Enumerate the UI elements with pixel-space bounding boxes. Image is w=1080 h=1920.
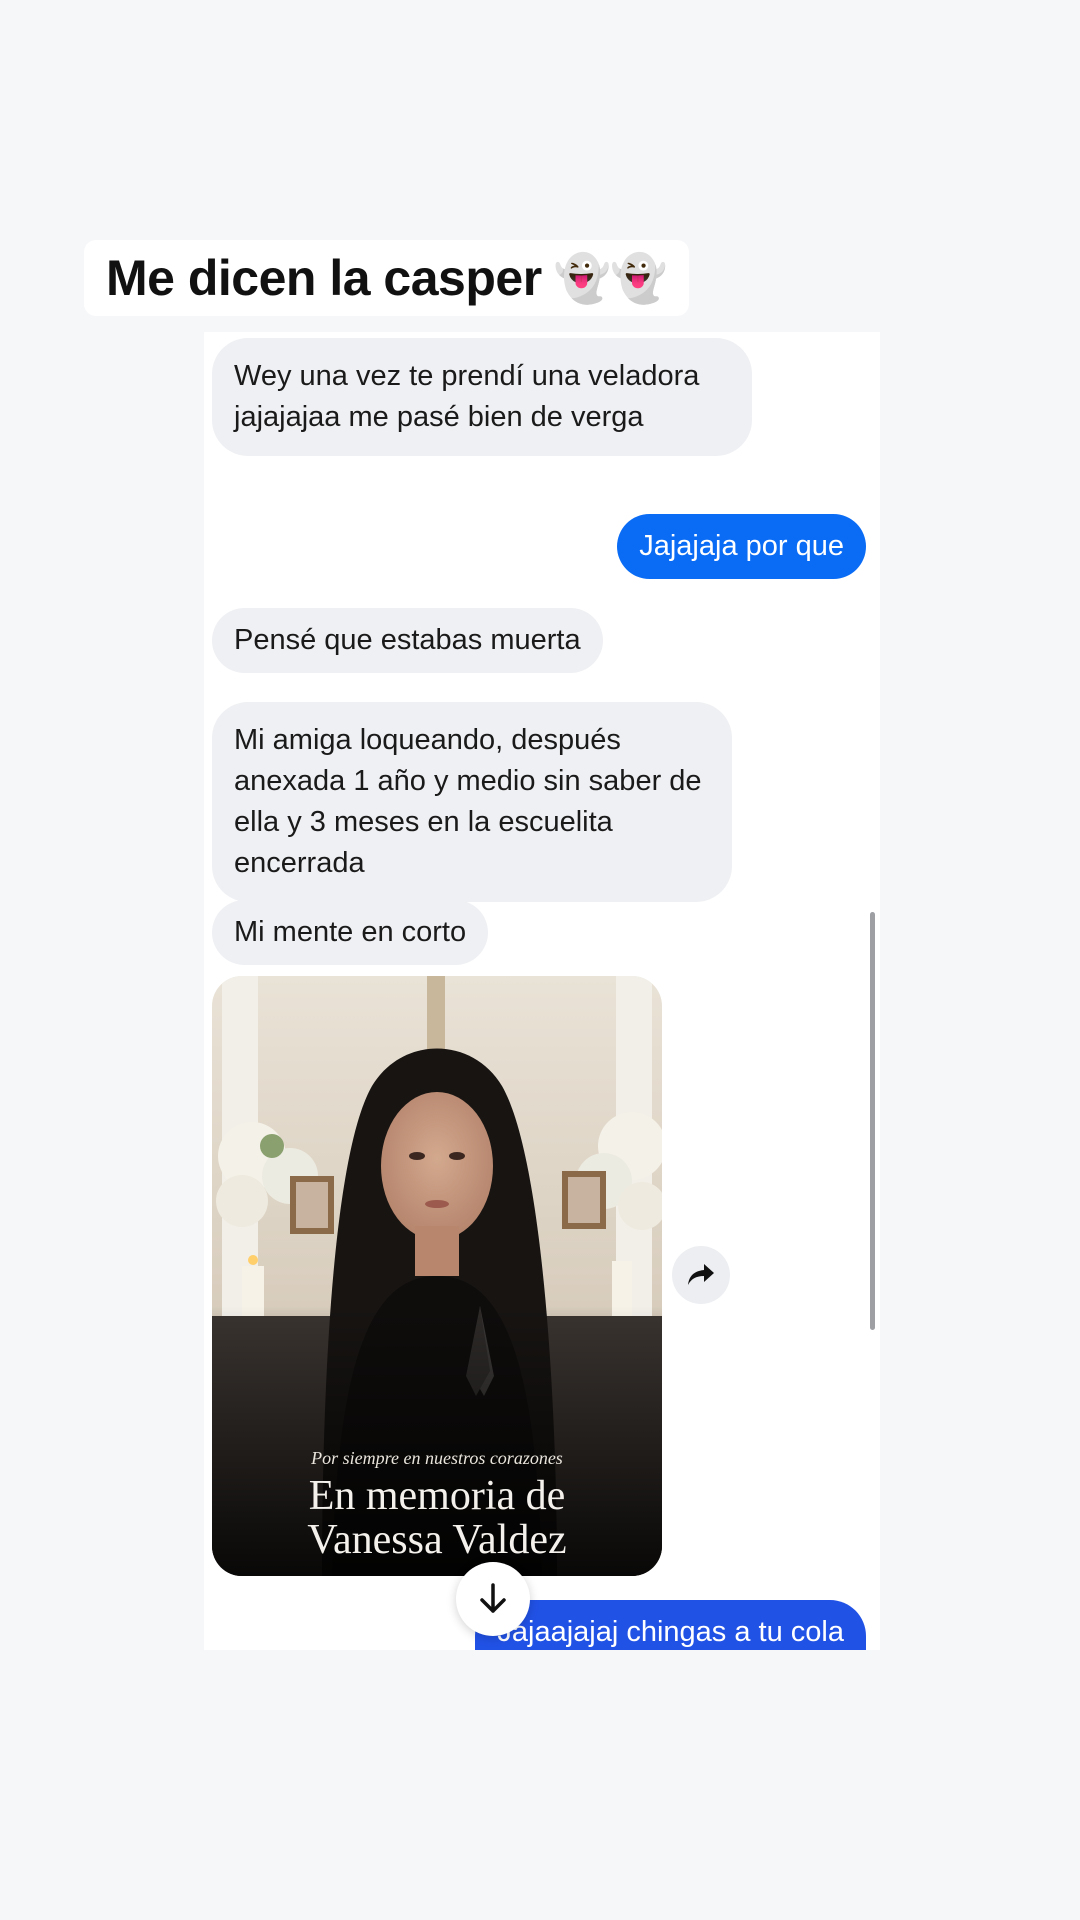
memorial-image-message[interactable]: Por siempre en nuestros corazones En mem… bbox=[212, 976, 662, 1576]
memorial-tagline: Por siempre en nuestros corazones bbox=[311, 1448, 563, 1468]
message-incoming[interactable]: Pensé que estabas muerta bbox=[212, 608, 603, 673]
caption-label: Me dicen la casper 👻👻 bbox=[84, 240, 690, 316]
caption-text: Me dicen la casper bbox=[106, 250, 542, 306]
message-outgoing[interactable]: Jajaajajaj chingas a tu cola bbox=[475, 1600, 866, 1650]
message-incoming[interactable]: Mi amiga loqueando, después anexada 1 añ… bbox=[212, 702, 732, 902]
message-incoming[interactable]: Mi mente en corto bbox=[212, 900, 489, 965]
message-outgoing[interactable]: Jajajaja por que bbox=[617, 514, 866, 579]
chat-thread[interactable]: Wey una vez te prendí una veladora jajaj… bbox=[204, 332, 880, 1650]
ghost-emoji: 👻👻 bbox=[553, 250, 668, 305]
share-arrow-icon[interactable] bbox=[672, 1246, 730, 1304]
arrow-down-icon[interactable] bbox=[456, 1562, 530, 1636]
message-incoming[interactable]: Wey una vez te prendí una veladora jajaj… bbox=[212, 338, 752, 456]
memorial-title-line1: En memoria de bbox=[308, 1473, 566, 1519]
memorial-title-line2: Vanessa Valdez bbox=[307, 1517, 567, 1563]
scrollbar[interactable] bbox=[870, 912, 875, 1330]
